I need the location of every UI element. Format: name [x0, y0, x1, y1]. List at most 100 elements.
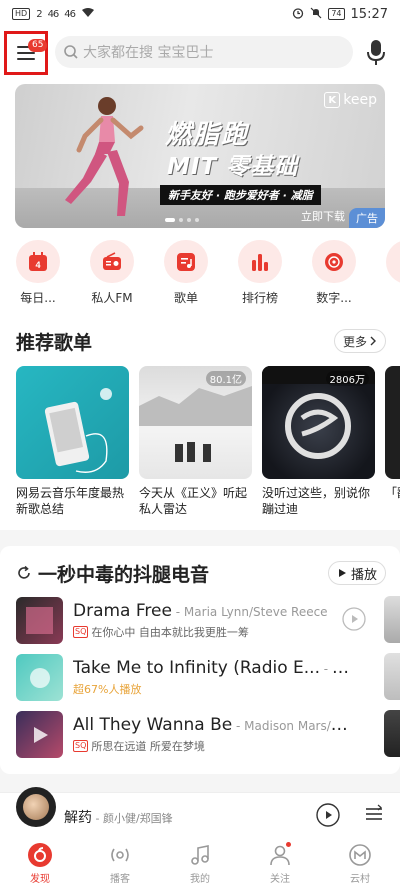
next-card-peek: [384, 596, 400, 643]
song-row[interactable]: Drama Free - Maria Lynn/Steve Reece SQ 在你…: [16, 594, 400, 646]
playlist-card[interactable]: 网易云音乐年度最热新歌总结: [16, 366, 129, 526]
playlist-card[interactable]: 80.1亿 今天从《正义》听起私人雷达: [139, 366, 252, 526]
section-title: 推荐歌单: [16, 331, 93, 354]
song-artist: - Maria Lynn/Steve Reece: [171, 604, 328, 619]
chevron-right-icon: [370, 336, 376, 346]
radio-icon: [103, 251, 121, 270]
section-title: 一秒中毒的抖腿电音: [38, 563, 210, 586]
now-playing-disc[interactable]: [16, 787, 56, 827]
playlist-title: 没听过这些，别说你蹦过迪: [262, 486, 371, 516]
banner-title: 燃脂跑: [165, 120, 250, 150]
alarm-icon: [292, 7, 304, 22]
sq-badge: SQ: [73, 739, 89, 752]
quick-nav-digital[interactable]: 数字...: [312, 240, 356, 306]
battery-icon: 74: [328, 8, 345, 20]
hd-badge: HD: [12, 8, 31, 20]
now-playing-title: 解药: [64, 810, 92, 826]
refresh-icon[interactable]: [16, 565, 32, 581]
header: 65 大家都在搜 宝宝巴士: [0, 28, 400, 78]
quick-nav: 4 每日... 私人FM 歌单 排行榜 数字...: [0, 240, 400, 306]
playlist-icon: [177, 252, 195, 271]
nav-follow[interactable]: 关注: [250, 841, 310, 885]
play-pause-icon[interactable]: [316, 803, 340, 827]
clock: 15:27: [350, 6, 388, 22]
playlist-cover: [385, 366, 400, 479]
song-artist: - Con...: [323, 661, 353, 676]
bottom-nav: 发现 播客 我的 关注 云村: [0, 838, 400, 888]
mute-icon: [310, 7, 322, 22]
song-title: Take Me to Infinity (Radio E...: [73, 657, 320, 678]
play-icon: [338, 569, 346, 577]
notification-dot: [286, 841, 291, 847]
chart-bars-icon: [252, 253, 268, 271]
nav-discover[interactable]: 发现: [10, 842, 70, 885]
runner-image: [65, 97, 144, 216]
banner-subtitle: 新手友好 · 跑步爱好者 · 减脂: [160, 185, 321, 205]
search-placeholder: 大家都在搜 宝宝巴士: [83, 45, 214, 61]
menu-button[interactable]: 65: [4, 31, 48, 75]
song-cover: [16, 653, 63, 701]
music-note-icon: [187, 842, 213, 868]
promo-banner[interactable]: Kkeep 燃脂跑 MIT 零基础 新手友好 · 跑步爱好者 · 减脂 立即下载…: [15, 84, 385, 228]
search-input[interactable]: 大家都在搜 宝宝巴士: [55, 36, 353, 68]
phone-earbuds-image: [44, 388, 112, 473]
song-row[interactable]: All They Wanna Be - Madison Mars/Caslin …: [16, 708, 400, 760]
keep-logo: Kkeep: [324, 92, 377, 108]
play-count: 2806万: [325, 371, 369, 386]
playlist-title: 「翻」永远: [385, 486, 400, 500]
now-playing-artist: - 颜小健/郑国锋: [92, 812, 173, 825]
search-icon: [64, 45, 78, 59]
status-bar: HD 2 46 46 74 15:27: [0, 0, 400, 28]
more-button[interactable]: 更多: [333, 329, 386, 353]
hot-label: 超67%人播放: [73, 682, 142, 696]
calendar-icon: 4: [29, 251, 47, 271]
play-circle-icon[interactable]: [342, 607, 366, 631]
playlist-card[interactable]: 「翻」永远: [385, 366, 400, 526]
song-cover: [16, 710, 63, 758]
sim-badge: 2: [36, 8, 42, 20]
nav-cloud-village[interactable]: 云村: [330, 842, 390, 885]
discover-icon: [27, 842, 53, 868]
cloud-village-icon: [347, 842, 373, 868]
playlist-title: 网易云音乐年度最热新歌总结: [16, 486, 125, 516]
quick-nav-charts[interactable]: 排行榜: [238, 240, 282, 306]
quick-nav-daily[interactable]: 4 每日...: [16, 240, 60, 306]
ad-badge: 广告: [349, 208, 385, 228]
song-row[interactable]: Take Me to Infinity (Radio E... - Con...…: [16, 651, 400, 703]
next-card-peek: [384, 653, 400, 700]
playlist-card[interactable]: 2806万 没听过这些，别说你蹦过迪: [262, 366, 375, 526]
quick-nav-fm[interactable]: 私人FM: [90, 240, 134, 306]
playlist-cover: 80.1亿: [139, 366, 252, 479]
next-card-peek: [384, 710, 400, 757]
song-section-header: 一秒中毒的抖腿电音 播放: [16, 558, 386, 588]
signal-4g-icon-2: 46: [64, 8, 76, 20]
quick-nav-playlist[interactable]: 歌单: [164, 240, 208, 306]
notification-badge: 65: [28, 39, 48, 52]
mini-player[interactable]: 解药 - 颜小健/郑国锋: [0, 787, 400, 838]
song-title: Drama Free: [73, 600, 172, 621]
play-all-button[interactable]: 播放: [327, 561, 386, 585]
sq-badge: SQ: [73, 625, 89, 638]
play-count: 80.1亿: [205, 371, 246, 386]
song-title: All They Wanna Be: [73, 714, 233, 735]
playlist-row: 网易云音乐年度最热新歌总结 80.1亿 今天从《正义》听起私人雷达 2806万 …: [16, 366, 400, 526]
song-artist: - Madison Mars/Caslin: [236, 718, 353, 733]
download-link[interactable]: 立即下载: [301, 208, 345, 224]
playlist-title: 今天从《正义》听起私人雷达: [139, 486, 248, 516]
recommended-header: 推荐歌单 更多: [16, 326, 386, 356]
playlist-cover: [16, 366, 129, 479]
podcast-icon: [107, 842, 133, 868]
nav-mine[interactable]: 我的: [170, 842, 230, 885]
song-comment: 在你心中 自由本就比我更胜一筹: [91, 625, 249, 639]
carousel-dots: [165, 218, 199, 222]
svg-text:4: 4: [35, 260, 40, 270]
song-cover: [16, 596, 63, 644]
wifi-icon: [81, 7, 95, 21]
banner-title-2: MIT 零基础: [167, 154, 299, 180]
signal-4g-icon: 46: [47, 8, 60, 20]
quick-nav-peek[interactable]: [386, 240, 400, 306]
nav-podcast[interactable]: 播客: [90, 842, 150, 885]
vinyl-icon: [325, 252, 343, 271]
playlist-queue-icon[interactable]: [364, 804, 384, 824]
microphone-icon[interactable]: [366, 38, 386, 68]
